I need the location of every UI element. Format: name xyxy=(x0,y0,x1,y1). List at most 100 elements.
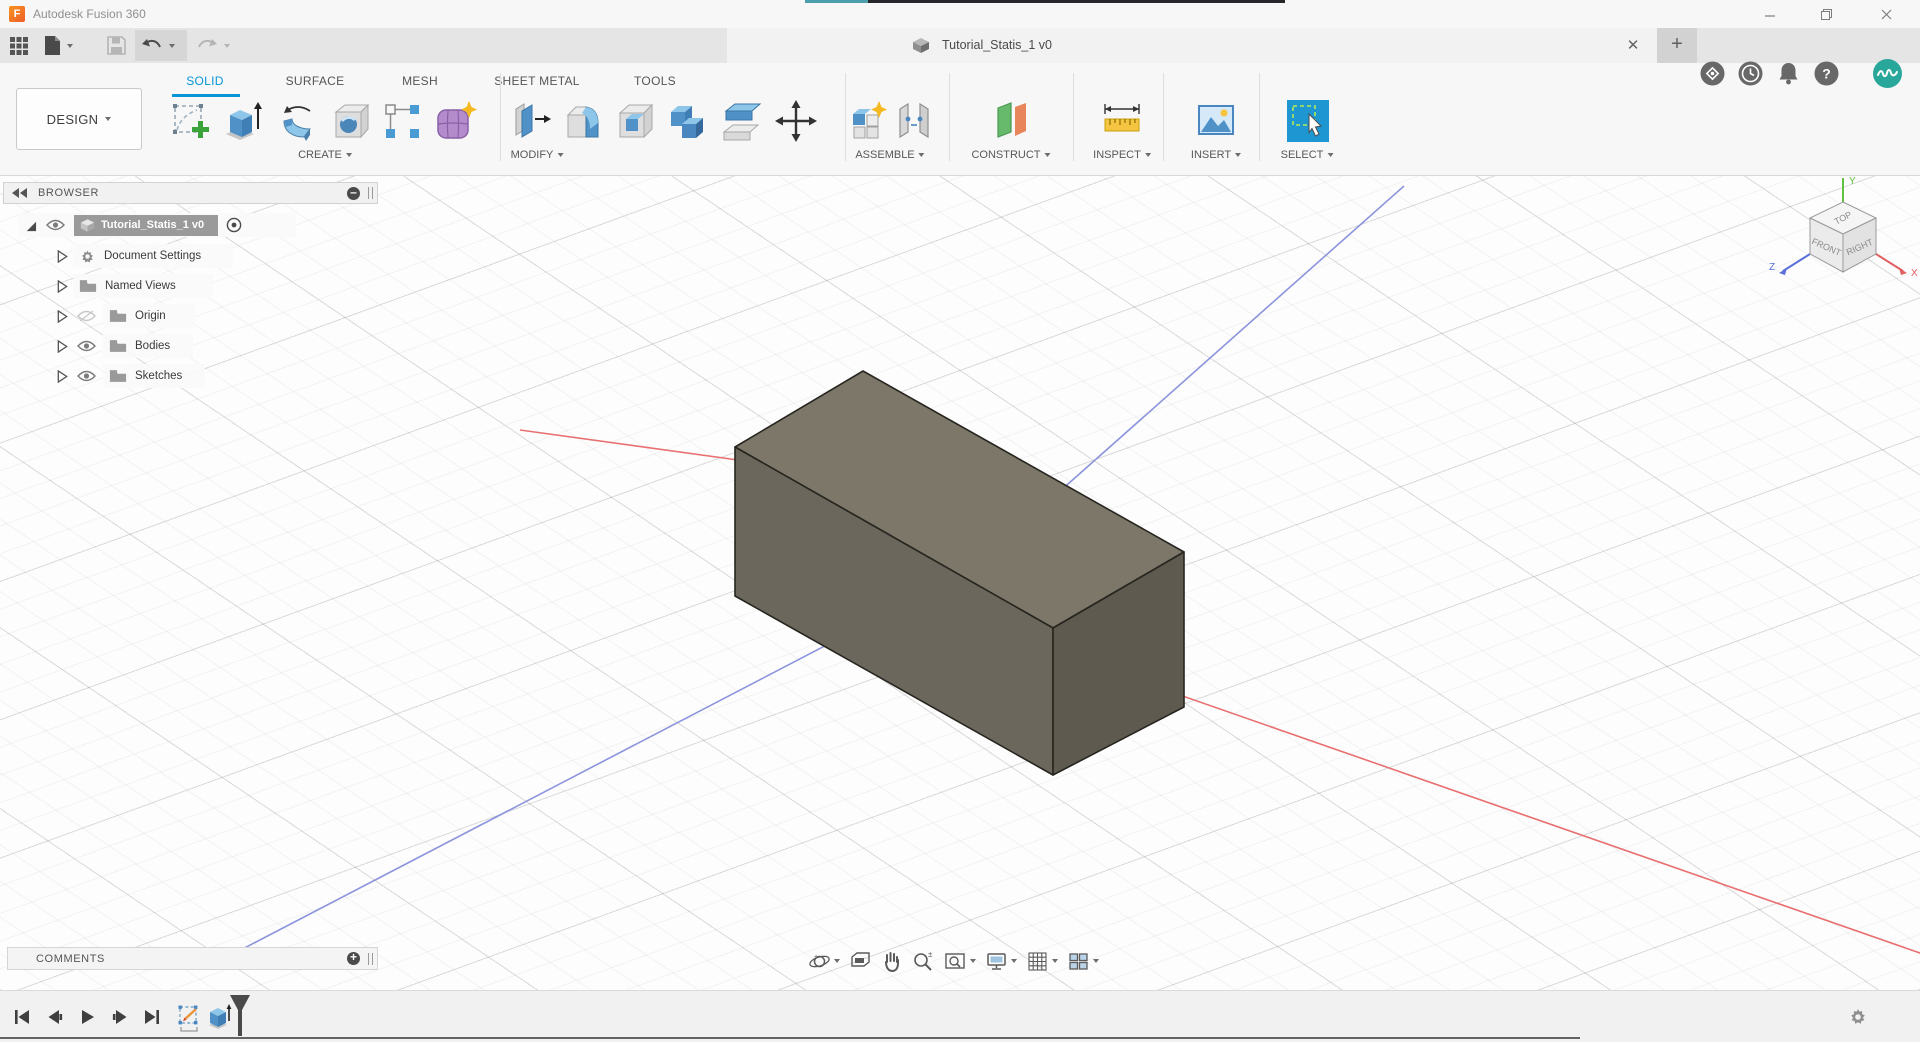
look-at-button[interactable] xyxy=(849,950,872,973)
timeline-settings-button[interactable] xyxy=(1848,1007,1868,1032)
comments-resize-grip[interactable] xyxy=(368,952,373,965)
timeline-playhead[interactable] xyxy=(228,993,252,1042)
notifications-button[interactable] xyxy=(1775,60,1802,87)
move-copy-button[interactable] xyxy=(774,99,818,148)
insert-caret xyxy=(1235,153,1242,157)
view-cube[interactable]: Y Z X TOP FRONT RIGHT xyxy=(1765,172,1920,302)
browser-item-sketches[interactable]: Sketches xyxy=(57,364,205,388)
expand-arrow-icon[interactable] xyxy=(24,219,37,232)
job-status-button[interactable] xyxy=(1737,60,1764,87)
collapse-panel-icon[interactable] xyxy=(12,188,28,198)
fit-caret[interactable] xyxy=(970,959,976,963)
skip-to-end-button[interactable] xyxy=(142,1007,162,1032)
grid-snap-button[interactable] xyxy=(1026,950,1058,973)
apps-grid-button[interactable] xyxy=(9,32,29,59)
solid-body[interactable] xyxy=(734,370,1185,776)
extensions-button[interactable] xyxy=(1699,60,1726,87)
comments-expand-button[interactable]: + xyxy=(347,951,360,965)
browser-item-bodies[interactable]: Bodies xyxy=(57,334,193,358)
group-label-modify[interactable]: MODIFY xyxy=(511,149,564,161)
browser-item-named-views[interactable]: Named Views xyxy=(57,274,213,298)
browser-item-document-settings[interactable]: Document Settings xyxy=(57,244,233,268)
shell-button[interactable] xyxy=(612,99,656,148)
group-label-create[interactable]: CREATE xyxy=(298,149,352,161)
tab-solid[interactable]: SOLID xyxy=(186,74,224,88)
split-body-button[interactable] xyxy=(718,99,762,148)
browser-root-item[interactable]: Tutorial_Statis_1 v0 xyxy=(74,214,219,236)
group-label-construct[interactable]: CONSTRUCT xyxy=(971,149,1051,161)
save-button[interactable] xyxy=(107,32,126,59)
comments-panel-header[interactable]: COMMENTS + xyxy=(7,947,378,970)
visibility-eye-icon[interactable] xyxy=(77,370,96,382)
help-button[interactable]: ? xyxy=(1813,60,1840,87)
restore-button[interactable] xyxy=(1806,2,1846,26)
press-pull-button[interactable] xyxy=(508,99,552,148)
expand-arrow-icon[interactable] xyxy=(57,279,68,293)
display-settings-caret[interactable] xyxy=(1011,959,1017,963)
construct-plane-button[interactable] xyxy=(988,99,1032,148)
browser-collapse-button[interactable]: – xyxy=(347,186,360,200)
expand-arrow-icon[interactable] xyxy=(57,369,68,383)
browser-root-row[interactable]: Tutorial_Statis_1 v0 xyxy=(18,213,296,237)
insert-button[interactable] xyxy=(1194,99,1238,148)
undo-caret[interactable] xyxy=(169,43,175,48)
fit-button[interactable] xyxy=(944,950,976,973)
browser-item-origin[interactable]: Origin xyxy=(57,304,195,328)
measure-button[interactable] xyxy=(1100,99,1144,148)
tab-surface[interactable]: SURFACE xyxy=(286,74,345,88)
play-button[interactable] xyxy=(78,1007,98,1032)
browser-resize-grip[interactable] xyxy=(368,187,373,199)
expand-arrow-icon[interactable] xyxy=(57,309,68,323)
viewports-caret[interactable] xyxy=(1093,959,1099,963)
orbit-button[interactable]: + xyxy=(808,950,840,973)
activate-component-radio-icon[interactable] xyxy=(226,217,242,233)
new-tab-button[interactable]: + xyxy=(1657,28,1697,63)
extrude-button[interactable] xyxy=(220,99,264,148)
orbit-caret[interactable] xyxy=(834,959,840,963)
skip-to-start-button[interactable] xyxy=(12,1007,32,1032)
visibility-eye-off-icon[interactable] xyxy=(77,310,96,322)
visibility-eye-icon[interactable] xyxy=(77,340,96,352)
step-forward-button[interactable] xyxy=(110,1007,130,1032)
joint-button[interactable] xyxy=(892,99,936,148)
browser-header[interactable]: BROWSER – xyxy=(3,182,378,204)
visibility-eye-icon[interactable] xyxy=(46,219,65,231)
new-component-button[interactable] xyxy=(846,99,890,148)
close-tab-button[interactable]: ✕ xyxy=(1622,35,1644,57)
expand-arrow-icon[interactable] xyxy=(57,249,68,263)
tab-tools[interactable]: TOOLS xyxy=(634,74,676,88)
combine-button[interactable] xyxy=(665,99,709,148)
fillet-button[interactable] xyxy=(560,99,604,148)
hole-button[interactable] xyxy=(328,99,372,148)
step-back-button[interactable] xyxy=(45,1007,65,1032)
background-window-strip-teal xyxy=(805,0,868,3)
group-label-inspect[interactable]: INSPECT xyxy=(1093,149,1151,161)
viewports-button[interactable] xyxy=(1067,950,1099,973)
pattern-button[interactable] xyxy=(380,99,424,148)
expand-arrow-icon[interactable] xyxy=(57,339,68,353)
revolve-button[interactable] xyxy=(276,99,320,148)
create-form-button[interactable] xyxy=(433,99,477,148)
avatar[interactable] xyxy=(1872,58,1902,88)
file-menu-button[interactable] xyxy=(44,32,73,59)
grid-caret[interactable] xyxy=(1052,959,1058,963)
group-label-select[interactable]: SELECT xyxy=(1281,149,1334,161)
close-button[interactable] xyxy=(1866,2,1906,26)
split-body-icon xyxy=(722,103,762,141)
workspace-selector[interactable]: DESIGN xyxy=(16,88,142,150)
select-button[interactable] xyxy=(1286,99,1330,148)
pan-button[interactable] xyxy=(881,950,903,973)
timeline-sketch-feature[interactable] xyxy=(176,1003,202,1038)
create-sketch-button[interactable] xyxy=(168,99,212,148)
redo-caret[interactable] xyxy=(224,43,230,48)
group-label-assemble[interactable]: ASSEMBLE xyxy=(855,149,925,161)
tab-mesh[interactable]: MESH xyxy=(402,74,438,88)
minimize-button[interactable] xyxy=(1750,2,1790,26)
undo-button[interactable] xyxy=(141,32,175,59)
group-label-insert[interactable]: INSERT xyxy=(1191,149,1242,161)
tab-sheet-metal[interactable]: SHEET METAL xyxy=(494,74,580,88)
redo-button[interactable] xyxy=(196,32,230,59)
zoom-button[interactable]: ± xyxy=(912,950,935,973)
display-settings-button[interactable] xyxy=(985,950,1017,973)
document-tab[interactable]: Tutorial_Statis_1 v0 ✕ xyxy=(727,28,1657,63)
